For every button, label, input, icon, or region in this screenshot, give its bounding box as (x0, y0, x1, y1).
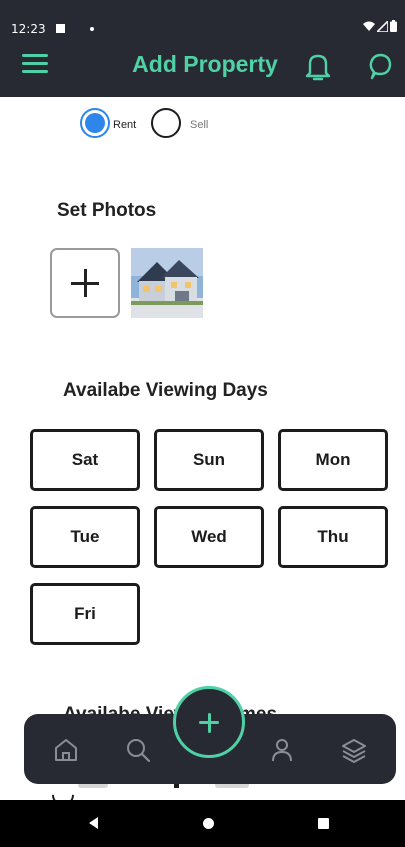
chat-icon[interactable] (366, 52, 394, 82)
signal-icon (377, 20, 388, 32)
add-icon[interactable] (173, 686, 245, 758)
day-fri-button[interactable]: Fri (30, 583, 140, 645)
set-photos-title: Set Photos (57, 200, 157, 221)
home-icon[interactable] (203, 818, 214, 829)
property-photo-thumbnail[interactable] (131, 248, 203, 318)
recents-icon[interactable] (318, 818, 329, 829)
app-bar: 12:23 Add Property (0, 0, 405, 97)
rent-radio[interactable] (80, 108, 110, 138)
page-title: Add Property (132, 51, 278, 77)
notification-dot-icon (90, 27, 94, 31)
battery-icon (390, 20, 397, 32)
day-wed-button[interactable]: Wed (154, 506, 264, 568)
notification-icon (56, 24, 65, 33)
status-icons (363, 20, 397, 32)
status-time: 12:23 (11, 22, 46, 36)
day-sun-button[interactable]: Sun (154, 429, 264, 491)
back-icon[interactable] (89, 817, 98, 829)
day-mon-button[interactable]: Mon (278, 429, 388, 491)
sell-label: Sell (190, 119, 209, 131)
search-icon[interactable] (124, 736, 152, 764)
home-icon[interactable] (52, 736, 80, 764)
layers-icon[interactable] (340, 736, 368, 764)
add-photo-button[interactable] (50, 248, 120, 318)
viewing-days-title: Availabe Viewing Days (63, 380, 268, 401)
rent-label: Rent (113, 119, 137, 131)
day-thu-button[interactable]: Thu (278, 506, 388, 568)
sell-radio[interactable] (151, 108, 181, 138)
bell-icon[interactable] (304, 52, 332, 82)
system-nav-bar (0, 800, 405, 847)
wifi-icon (363, 21, 375, 31)
day-tue-button[interactable]: Tue (30, 506, 140, 568)
profile-icon[interactable] (268, 736, 296, 764)
status-bar: 12:23 (0, 0, 405, 38)
day-sat-button[interactable]: Sat (30, 429, 140, 491)
